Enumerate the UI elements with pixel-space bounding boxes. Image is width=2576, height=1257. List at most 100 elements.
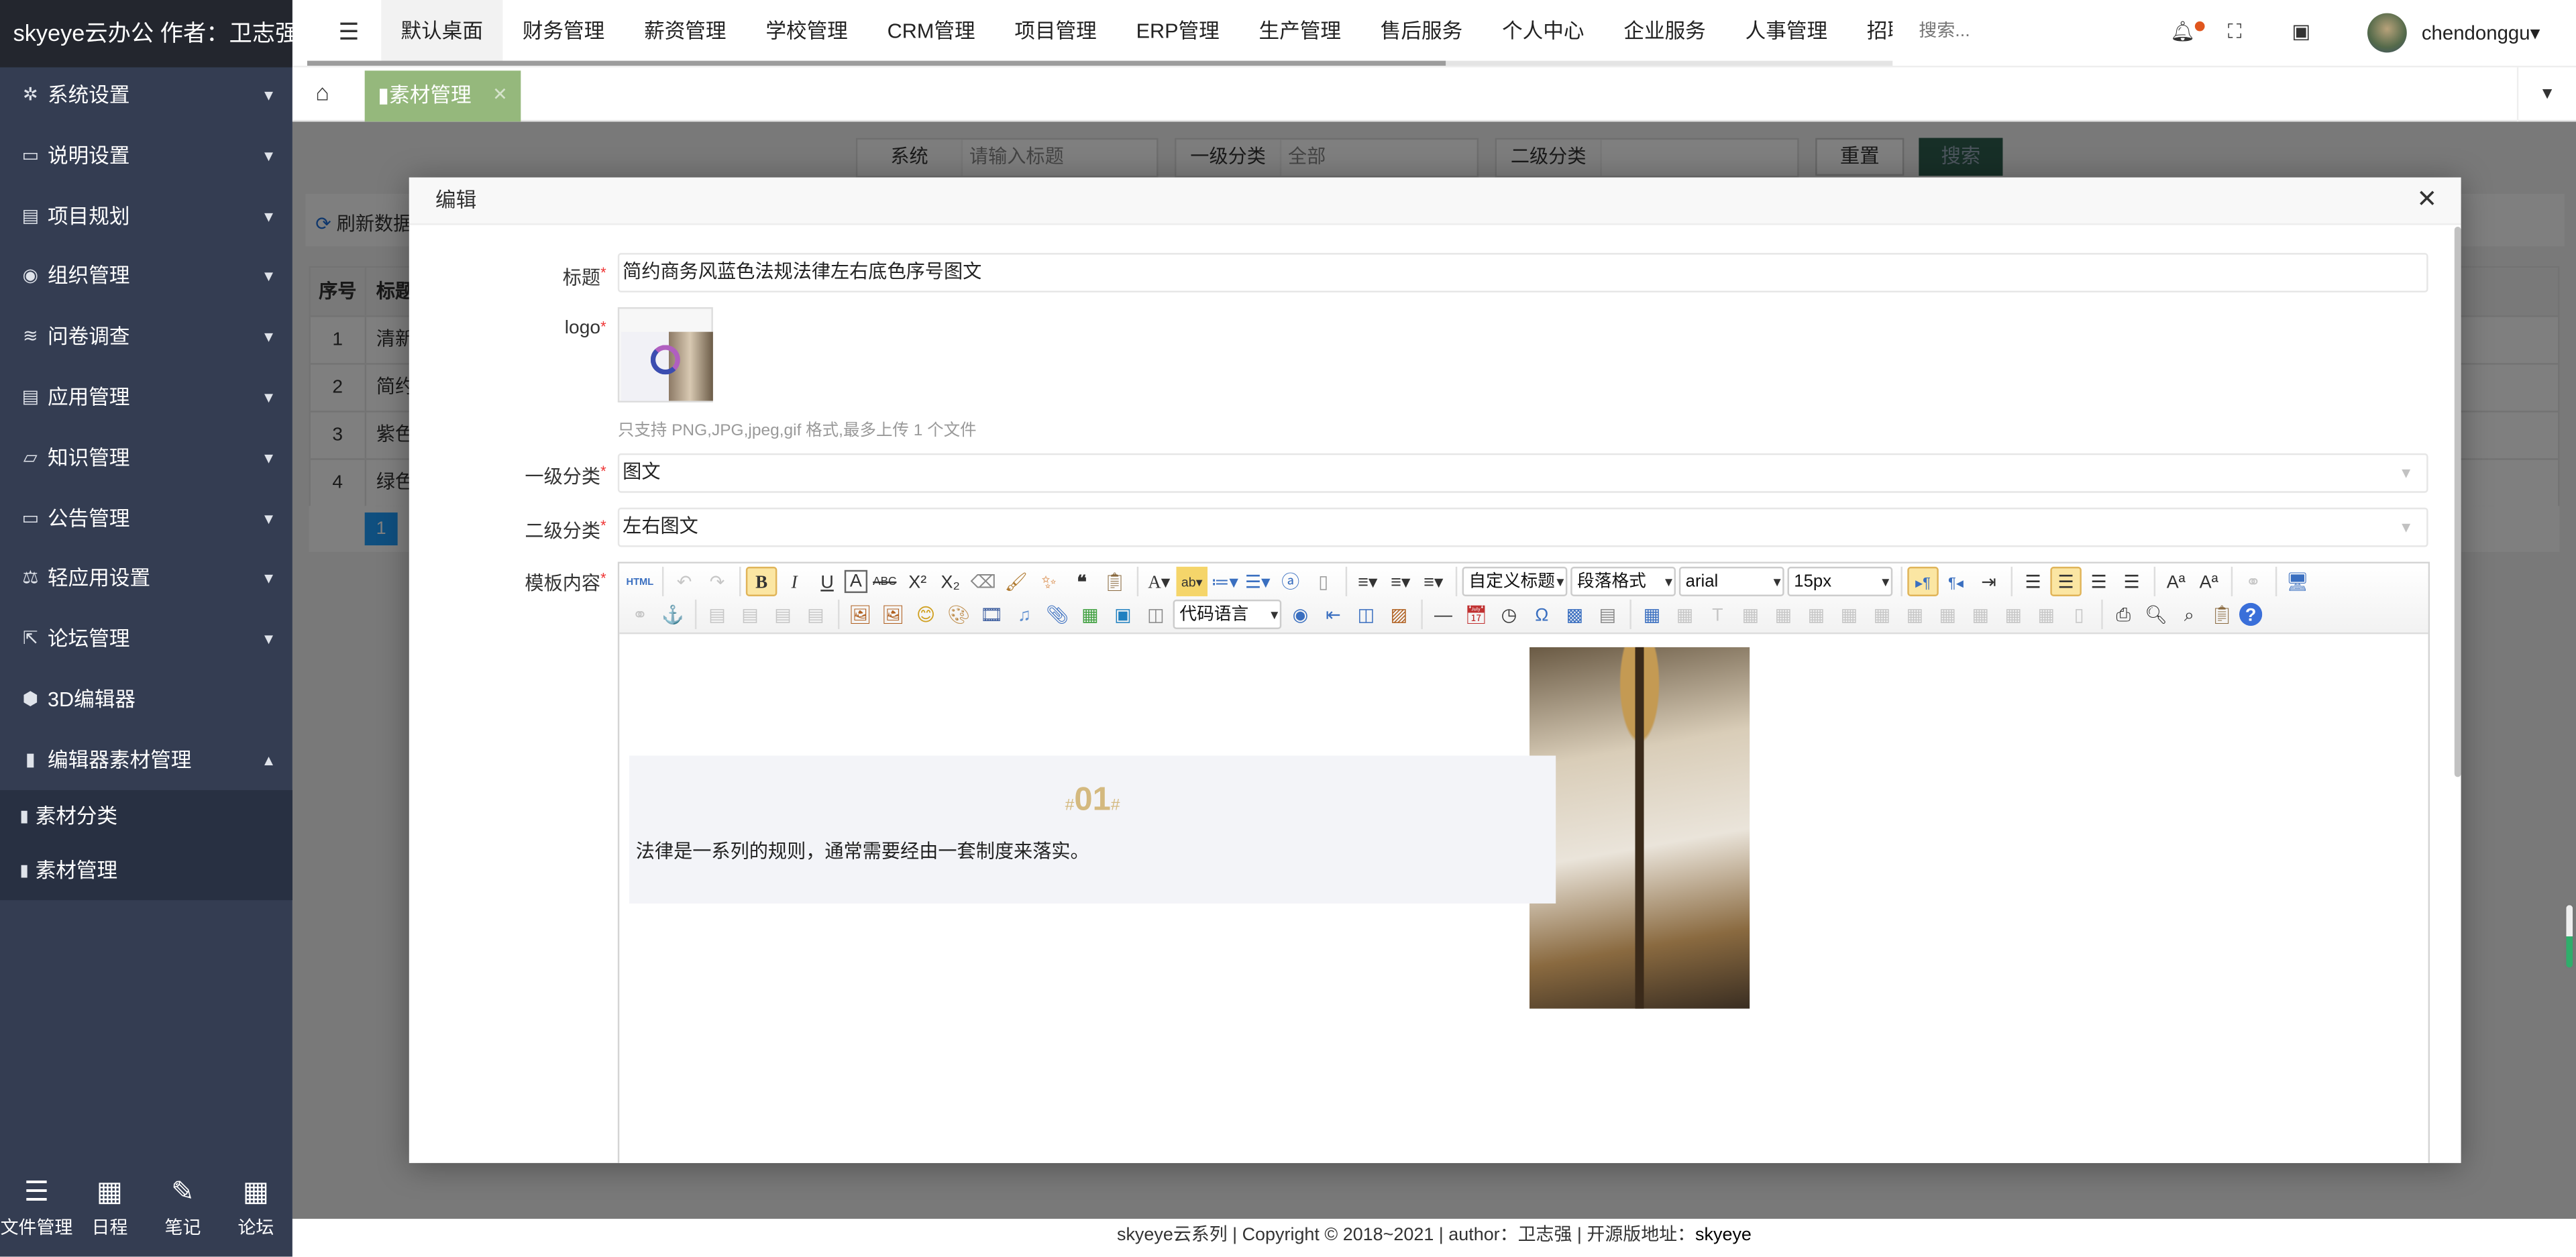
sidebar-item-2[interactable]: ▭ 说明设置 ▼ bbox=[0, 126, 292, 185]
tab-close-icon[interactable]: ✕ bbox=[492, 70, 508, 121]
rtl-icon[interactable]: ¶◂ bbox=[1940, 567, 1972, 596]
close-icon[interactable]: ✕ bbox=[2416, 186, 2437, 213]
align-right-icon[interactable]: ☰ bbox=[2083, 567, 2114, 596]
nav-tab-6[interactable]: 项目管理 bbox=[995, 0, 1116, 62]
nav-tab-1[interactable]: 默认桌面 bbox=[381, 0, 503, 63]
font-family-select[interactable]: arial bbox=[1678, 566, 1784, 596]
editor-content[interactable]: #01# 法律是一系列的规则，通常需要经由一套制度来落实。 bbox=[619, 636, 2428, 1163]
anchor-icon[interactable]: ⚓ bbox=[657, 600, 689, 629]
emotion-icon[interactable]: 😊︎ bbox=[910, 600, 942, 629]
insert-frame-icon[interactable]: ◫ bbox=[1140, 600, 1172, 629]
clear-doc-icon[interactable]: ▯ bbox=[1307, 567, 1339, 596]
sidebar-item-11[interactable]: ⬢ 3D编辑器 bbox=[0, 670, 292, 729]
bell-icon[interactable]: 🔔︎ bbox=[2170, 19, 2195, 42]
submenu-item-1[interactable]: ▮ 素材分类 bbox=[0, 790, 292, 844]
insert-table-icon[interactable]: ▦ bbox=[1636, 600, 1668, 629]
nav-tab-10[interactable]: 个人中心 bbox=[1483, 0, 1604, 62]
language-icon[interactable]: ▣ bbox=[2292, 19, 2310, 42]
nav-tab-3[interactable]: 薪资管理 bbox=[625, 0, 746, 62]
insert-row-icon[interactable]: ▦ bbox=[1735, 600, 1766, 629]
attachment-icon[interactable]: 📎︎ bbox=[1042, 600, 1073, 629]
scrawl-icon[interactable]: 🎨︎ bbox=[943, 600, 975, 629]
user-menu[interactable]: chendonggu▾ bbox=[2422, 21, 2576, 44]
word-image-icon[interactable]: ▩ bbox=[1559, 600, 1591, 629]
print-icon[interactable]: ⎙ bbox=[2108, 600, 2139, 629]
tab-material-manage[interactable]: ▮素材管理 ✕ bbox=[364, 70, 521, 122]
align-center-icon[interactable]: ☰ bbox=[2050, 566, 2082, 596]
row-spacing-bottom-icon[interactable]: ≡▾ bbox=[1385, 567, 1417, 596]
shortcut-1[interactable]: ☰ 文件管理 bbox=[0, 1163, 73, 1257]
split-rows-icon[interactable]: ▦ bbox=[1998, 600, 2029, 629]
strikethrough-icon[interactable]: ABC bbox=[869, 567, 901, 596]
merge-cells-icon[interactable]: ▦ bbox=[1866, 600, 1898, 629]
nav-tab-11[interactable]: 企业服务 bbox=[1604, 0, 1725, 62]
search-replace-icon[interactable]: 🔍︎ bbox=[2141, 600, 2172, 629]
source-icon[interactable]: HTML bbox=[625, 567, 656, 596]
insert-page-icon[interactable]: ⇤ bbox=[1318, 600, 1349, 629]
tab-menu-dropdown[interactable]: ▼ bbox=[2516, 67, 2576, 122]
global-search-input[interactable] bbox=[1919, 21, 2116, 42]
superscript-icon[interactable]: X² bbox=[902, 567, 934, 596]
link-icon[interactable]: ⚭ bbox=[2238, 567, 2269, 596]
footer-author-link[interactable]: 卫志强 bbox=[1518, 1225, 1572, 1245]
shortcut-4[interactable]: ▦ 论坛 bbox=[219, 1163, 292, 1257]
delete-table-icon[interactable]: ▦ bbox=[1669, 600, 1701, 629]
to-lowercase-icon[interactable]: Aª bbox=[2193, 567, 2224, 596]
horizontal-rule-icon[interactable]: — bbox=[1428, 600, 1459, 629]
merge-down-icon[interactable]: ▦ bbox=[1932, 600, 1964, 629]
sidebar-item-8[interactable]: ▭ 公告管理 ▼ bbox=[0, 489, 292, 548]
insert-image-icon[interactable]: 🖼︎ bbox=[877, 600, 909, 629]
insert-caption-icon[interactable]: T bbox=[1702, 600, 1733, 629]
backcolor-icon[interactable]: ab▾ bbox=[1176, 566, 1208, 596]
logo-thumbnail[interactable] bbox=[617, 307, 713, 403]
image-left-icon[interactable]: ▤ bbox=[735, 600, 766, 629]
shortcut-2[interactable]: ▦ 日程 bbox=[73, 1163, 146, 1257]
underline-icon[interactable]: U bbox=[812, 567, 843, 596]
chart-icon[interactable]: ▯ bbox=[2063, 600, 2095, 629]
sidebar-item-5[interactable]: ≋ 问卷调查 ▼ bbox=[0, 307, 292, 366]
nav-tab-9[interactable]: 售后服务 bbox=[1360, 0, 1482, 62]
code-language-select[interactable]: 代码语言 bbox=[1173, 599, 1282, 629]
split-cells-icon[interactable]: ▦ bbox=[1965, 600, 1996, 629]
menu-toggle-icon[interactable]: ☰ bbox=[338, 18, 359, 46]
paste-icon[interactable]: 📋︎ bbox=[2206, 600, 2238, 629]
delete-col-icon[interactable]: ▦ bbox=[1833, 600, 1865, 629]
paragraph-format-select[interactable]: 段落格式 bbox=[1570, 566, 1676, 596]
sidebar-item-7[interactable]: ▱ 知识管理 ▼ bbox=[0, 429, 292, 488]
date-icon[interactable]: 📅︎ bbox=[1460, 600, 1492, 629]
help-icon[interactable]: ? bbox=[2239, 602, 2263, 626]
delete-row-icon[interactable]: ▦ bbox=[1768, 600, 1799, 629]
nav-tab-4[interactable]: 学校管理 bbox=[746, 0, 867, 62]
subscript-icon[interactable]: X₂ bbox=[934, 567, 966, 596]
font-border-icon[interactable]: A bbox=[844, 569, 868, 594]
sidebar-item-9[interactable]: ⚖ 轻应用设置 ▼ bbox=[0, 549, 292, 608]
bold-icon[interactable]: B bbox=[745, 566, 777, 596]
nav-scrollbar-thumb[interactable] bbox=[307, 60, 1446, 66]
unlink-icon[interactable]: ⚭ bbox=[625, 600, 656, 629]
sidebar-item-12[interactable]: ▮ 编辑器素材管理 ▲ bbox=[0, 730, 292, 789]
time-icon[interactable]: ◷ bbox=[1493, 600, 1525, 629]
undo-icon[interactable]: ↶ bbox=[669, 567, 700, 596]
to-uppercase-icon[interactable]: Aª bbox=[2160, 567, 2192, 596]
preview-icon[interactable]: 🖥︎ bbox=[2282, 567, 2314, 596]
align-justify-icon[interactable]: ☰ bbox=[2116, 567, 2147, 596]
simple-upload-icon[interactable]: 🖼︎ bbox=[845, 600, 876, 629]
nav-tab-5[interactable]: CRM管理 bbox=[867, 0, 995, 62]
gmap-icon[interactable]: ▣ bbox=[1108, 600, 1139, 629]
nav-tab-13[interactable]: 招聘 bbox=[1847, 0, 1892, 62]
nav-tab-8[interactable]: 生产管理 bbox=[1239, 0, 1360, 62]
special-chars-icon[interactable]: Ω bbox=[1526, 600, 1558, 629]
custom-title-select[interactable]: 自定义标题 bbox=[1462, 566, 1568, 596]
blockquote-icon[interactable]: ❝ bbox=[1066, 567, 1097, 596]
line-height-icon[interactable]: ≡▾ bbox=[1417, 567, 1449, 596]
image-center-icon[interactable]: ▤ bbox=[800, 600, 832, 629]
image-right-icon[interactable]: ▤ bbox=[767, 600, 799, 629]
nav-tab-2[interactable]: 财务管理 bbox=[502, 0, 624, 62]
image-none-icon[interactable]: ▤ bbox=[702, 600, 733, 629]
ordered-list-icon[interactable]: ≔▾ bbox=[1209, 567, 1240, 596]
format-brush-icon[interactable]: 🖌︎ bbox=[1000, 567, 1032, 596]
template-icon[interactable]: ◫ bbox=[1350, 600, 1382, 629]
fullscreen-icon[interactable]: ⛶ bbox=[2228, 19, 2242, 44]
sidebar-item-10[interactable]: ⇱ 论坛管理 ▼ bbox=[0, 610, 292, 669]
background-icon[interactable]: ▨ bbox=[1383, 600, 1415, 629]
